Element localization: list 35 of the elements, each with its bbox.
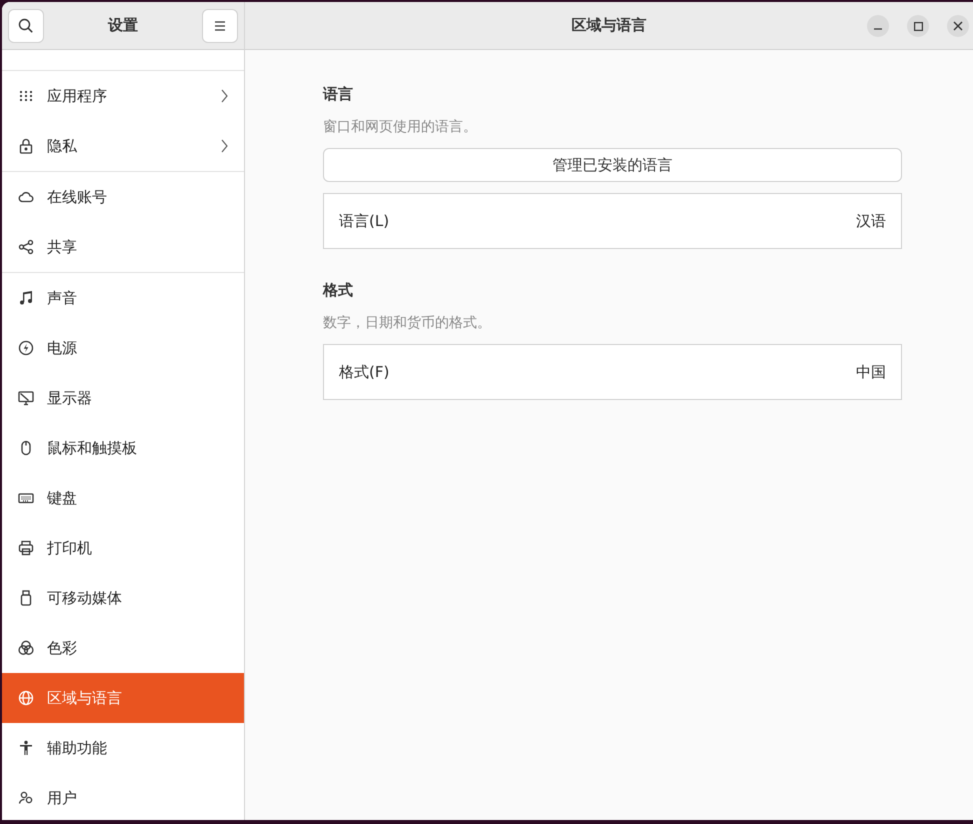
manage-languages-button[interactable]: 管理已安装的语言 bbox=[323, 148, 902, 182]
menu-icon bbox=[214, 20, 226, 30]
color-circles-icon bbox=[18, 640, 34, 656]
music-note-icon bbox=[18, 290, 34, 306]
section-heading: 格式 bbox=[323, 281, 354, 300]
accessibility-figure-icon bbox=[18, 740, 34, 756]
grid-icon bbox=[18, 88, 34, 104]
row-label: 格式(F) bbox=[339, 362, 390, 382]
section-description: 窗口和网页使用的语言。 bbox=[323, 118, 478, 136]
maximize-icon bbox=[914, 22, 922, 30]
share-icon bbox=[18, 239, 34, 255]
search-button[interactable] bbox=[8, 8, 44, 42]
row-label: 语言(L) bbox=[339, 212, 390, 230]
cloud-icon bbox=[18, 189, 34, 205]
section-description: 数字，日期和货币的格式。 bbox=[323, 314, 492, 332]
lock-icon bbox=[18, 138, 34, 154]
settings-row[interactable]: 语言(L) 汉语 bbox=[324, 194, 901, 248]
globe-icon bbox=[18, 690, 34, 706]
window-title: 区域与语言 bbox=[572, 16, 646, 35]
monitor-icon bbox=[18, 390, 34, 406]
sidebar-item[interactable]: 区域与语言 bbox=[2, 673, 244, 723]
search-icon bbox=[18, 18, 34, 34]
usb-drive-icon bbox=[18, 590, 34, 606]
row-value: 汉语 bbox=[856, 212, 886, 230]
section-heading: 语言 bbox=[323, 85, 354, 104]
power-bolt-icon bbox=[18, 340, 34, 356]
maximize-button[interactable] bbox=[907, 15, 929, 37]
sidebar-title: 设置 bbox=[108, 16, 138, 35]
settings-row[interactable]: 格式(F) 中国 bbox=[324, 345, 901, 399]
printer-icon bbox=[18, 540, 34, 556]
row-value: 中国 bbox=[856, 362, 886, 382]
close-icon bbox=[953, 21, 963, 31]
menu-button[interactable] bbox=[202, 8, 238, 42]
close-button[interactable] bbox=[947, 15, 969, 37]
users-icon bbox=[18, 790, 34, 806]
